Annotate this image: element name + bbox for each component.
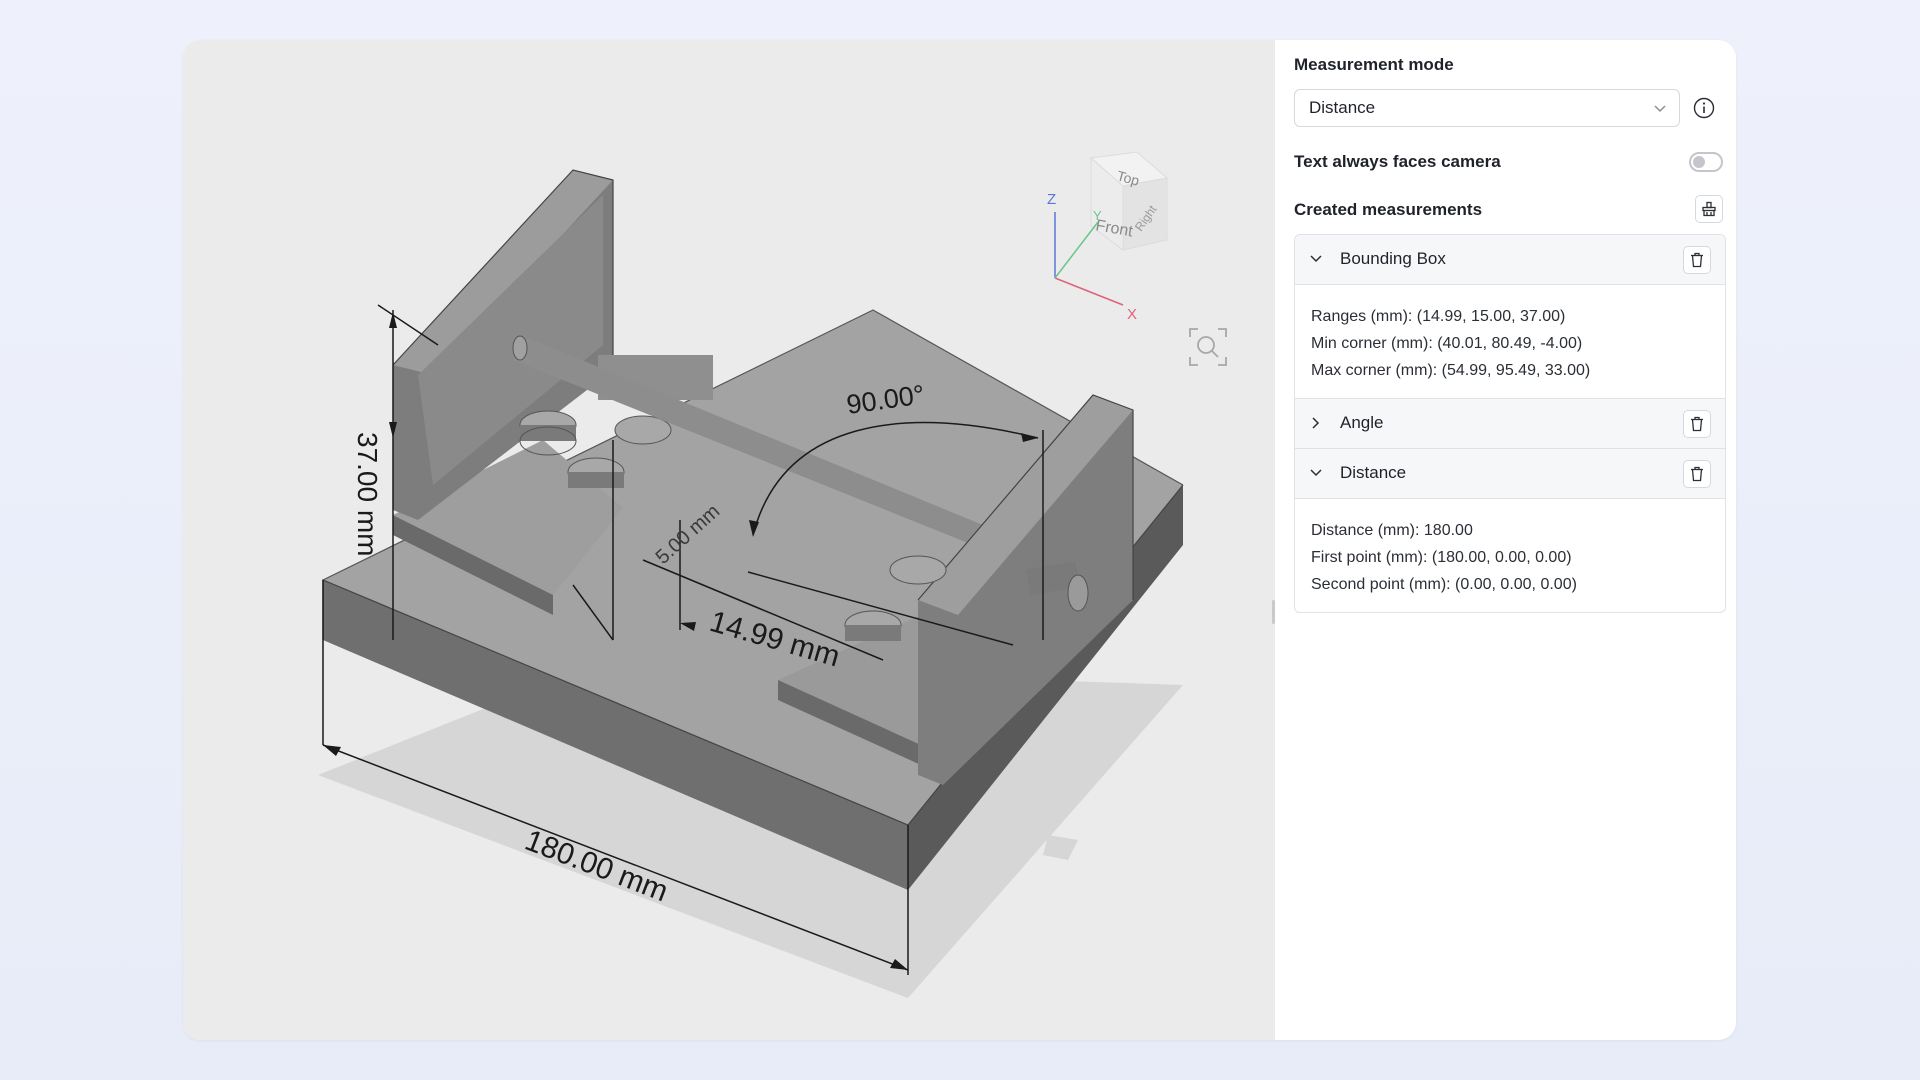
measurement-mode-select[interactable]: Distance: [1294, 89, 1680, 127]
measurement-title: Distance: [1340, 463, 1407, 482]
measurement-title: Bounding Box: [1340, 249, 1446, 268]
axis-x-label: X: [1127, 306, 1137, 323]
zoom-fit-icon[interactable]: [1187, 326, 1229, 368]
detail-line: Second point (mm): (0.00, 0.00, 0.00): [1311, 576, 1577, 593]
detail-line: Distance (mm): 180.00: [1311, 522, 1473, 539]
info-icon[interactable]: [1692, 96, 1716, 120]
axis-y-line: [1054, 221, 1099, 279]
view-cube[interactable]: Top Front Right Z Y X: [1033, 140, 1183, 330]
trash-icon: [1691, 416, 1703, 432]
axis-y-label: Y: [1093, 208, 1102, 223]
axis-z-label: Z: [1047, 191, 1056, 208]
broom-icon: [1702, 201, 1716, 217]
chevron-down-icon: [1654, 105, 1666, 113]
chevron-right-icon[interactable]: [1309, 416, 1323, 430]
created-measurements-label: Created measurements: [1294, 200, 1483, 219]
measurement-item-angle[interactable]: Angle: [1295, 399, 1725, 449]
measurements-list: Bounding Box Ranges (mm): (14.99, 15.00,…: [1294, 234, 1726, 613]
measurement-item-bounding-box[interactable]: Bounding Box: [1295, 235, 1725, 285]
measurement-mode-value: Distance: [1309, 98, 1376, 117]
trash-icon: [1691, 466, 1703, 482]
measurement-title: Angle: [1340, 413, 1384, 432]
delete-measurement-button[interactable]: [1683, 410, 1711, 438]
delete-measurement-button[interactable]: [1683, 460, 1711, 488]
trash-icon: [1691, 252, 1703, 268]
delete-measurement-button[interactable]: [1683, 246, 1711, 274]
3d-viewport[interactable]: 180.00 mm 37.00 mm 14.99 mm 5.00 mm 90.0…: [183, 40, 1275, 1040]
app-window: 180.00 mm 37.00 mm 14.99 mm 5.00 mm 90.0…: [183, 40, 1736, 1040]
detail-line: First point (mm): (180.00, 0.00, 0.00): [1311, 549, 1572, 566]
dim-label-height: 37.00 mm: [352, 432, 383, 557]
detail-line: Max corner (mm): (54.99, 95.49, 33.00): [1311, 362, 1591, 379]
measurement-details-bounding-box: Ranges (mm): (14.99, 15.00, 37.00) Min c…: [1295, 285, 1725, 399]
measurement-item-distance[interactable]: Distance: [1295, 449, 1725, 499]
clear-measurements-button[interactable]: [1695, 195, 1723, 223]
measurement-mode-label: Measurement mode: [1294, 55, 1454, 74]
text-faces-camera-label: Text always faces camera: [1294, 152, 1501, 171]
measurement-panel: Measurement mode Distance Text always fa…: [1275, 40, 1736, 1040]
chevron-down-icon[interactable]: [1309, 466, 1323, 480]
axis-x-line: [1054, 277, 1124, 306]
detail-line: Min corner (mm): (40.01, 80.49, -4.00): [1311, 335, 1583, 352]
toggle-knob: [1693, 156, 1705, 168]
text-faces-camera-toggle[interactable]: [1689, 152, 1723, 172]
chevron-down-icon[interactable]: [1309, 252, 1323, 266]
measurement-details-distance: Distance (mm): 180.00 First point (mm): …: [1295, 499, 1725, 612]
detail-line: Ranges (mm): (14.99, 15.00, 37.00): [1311, 308, 1566, 325]
